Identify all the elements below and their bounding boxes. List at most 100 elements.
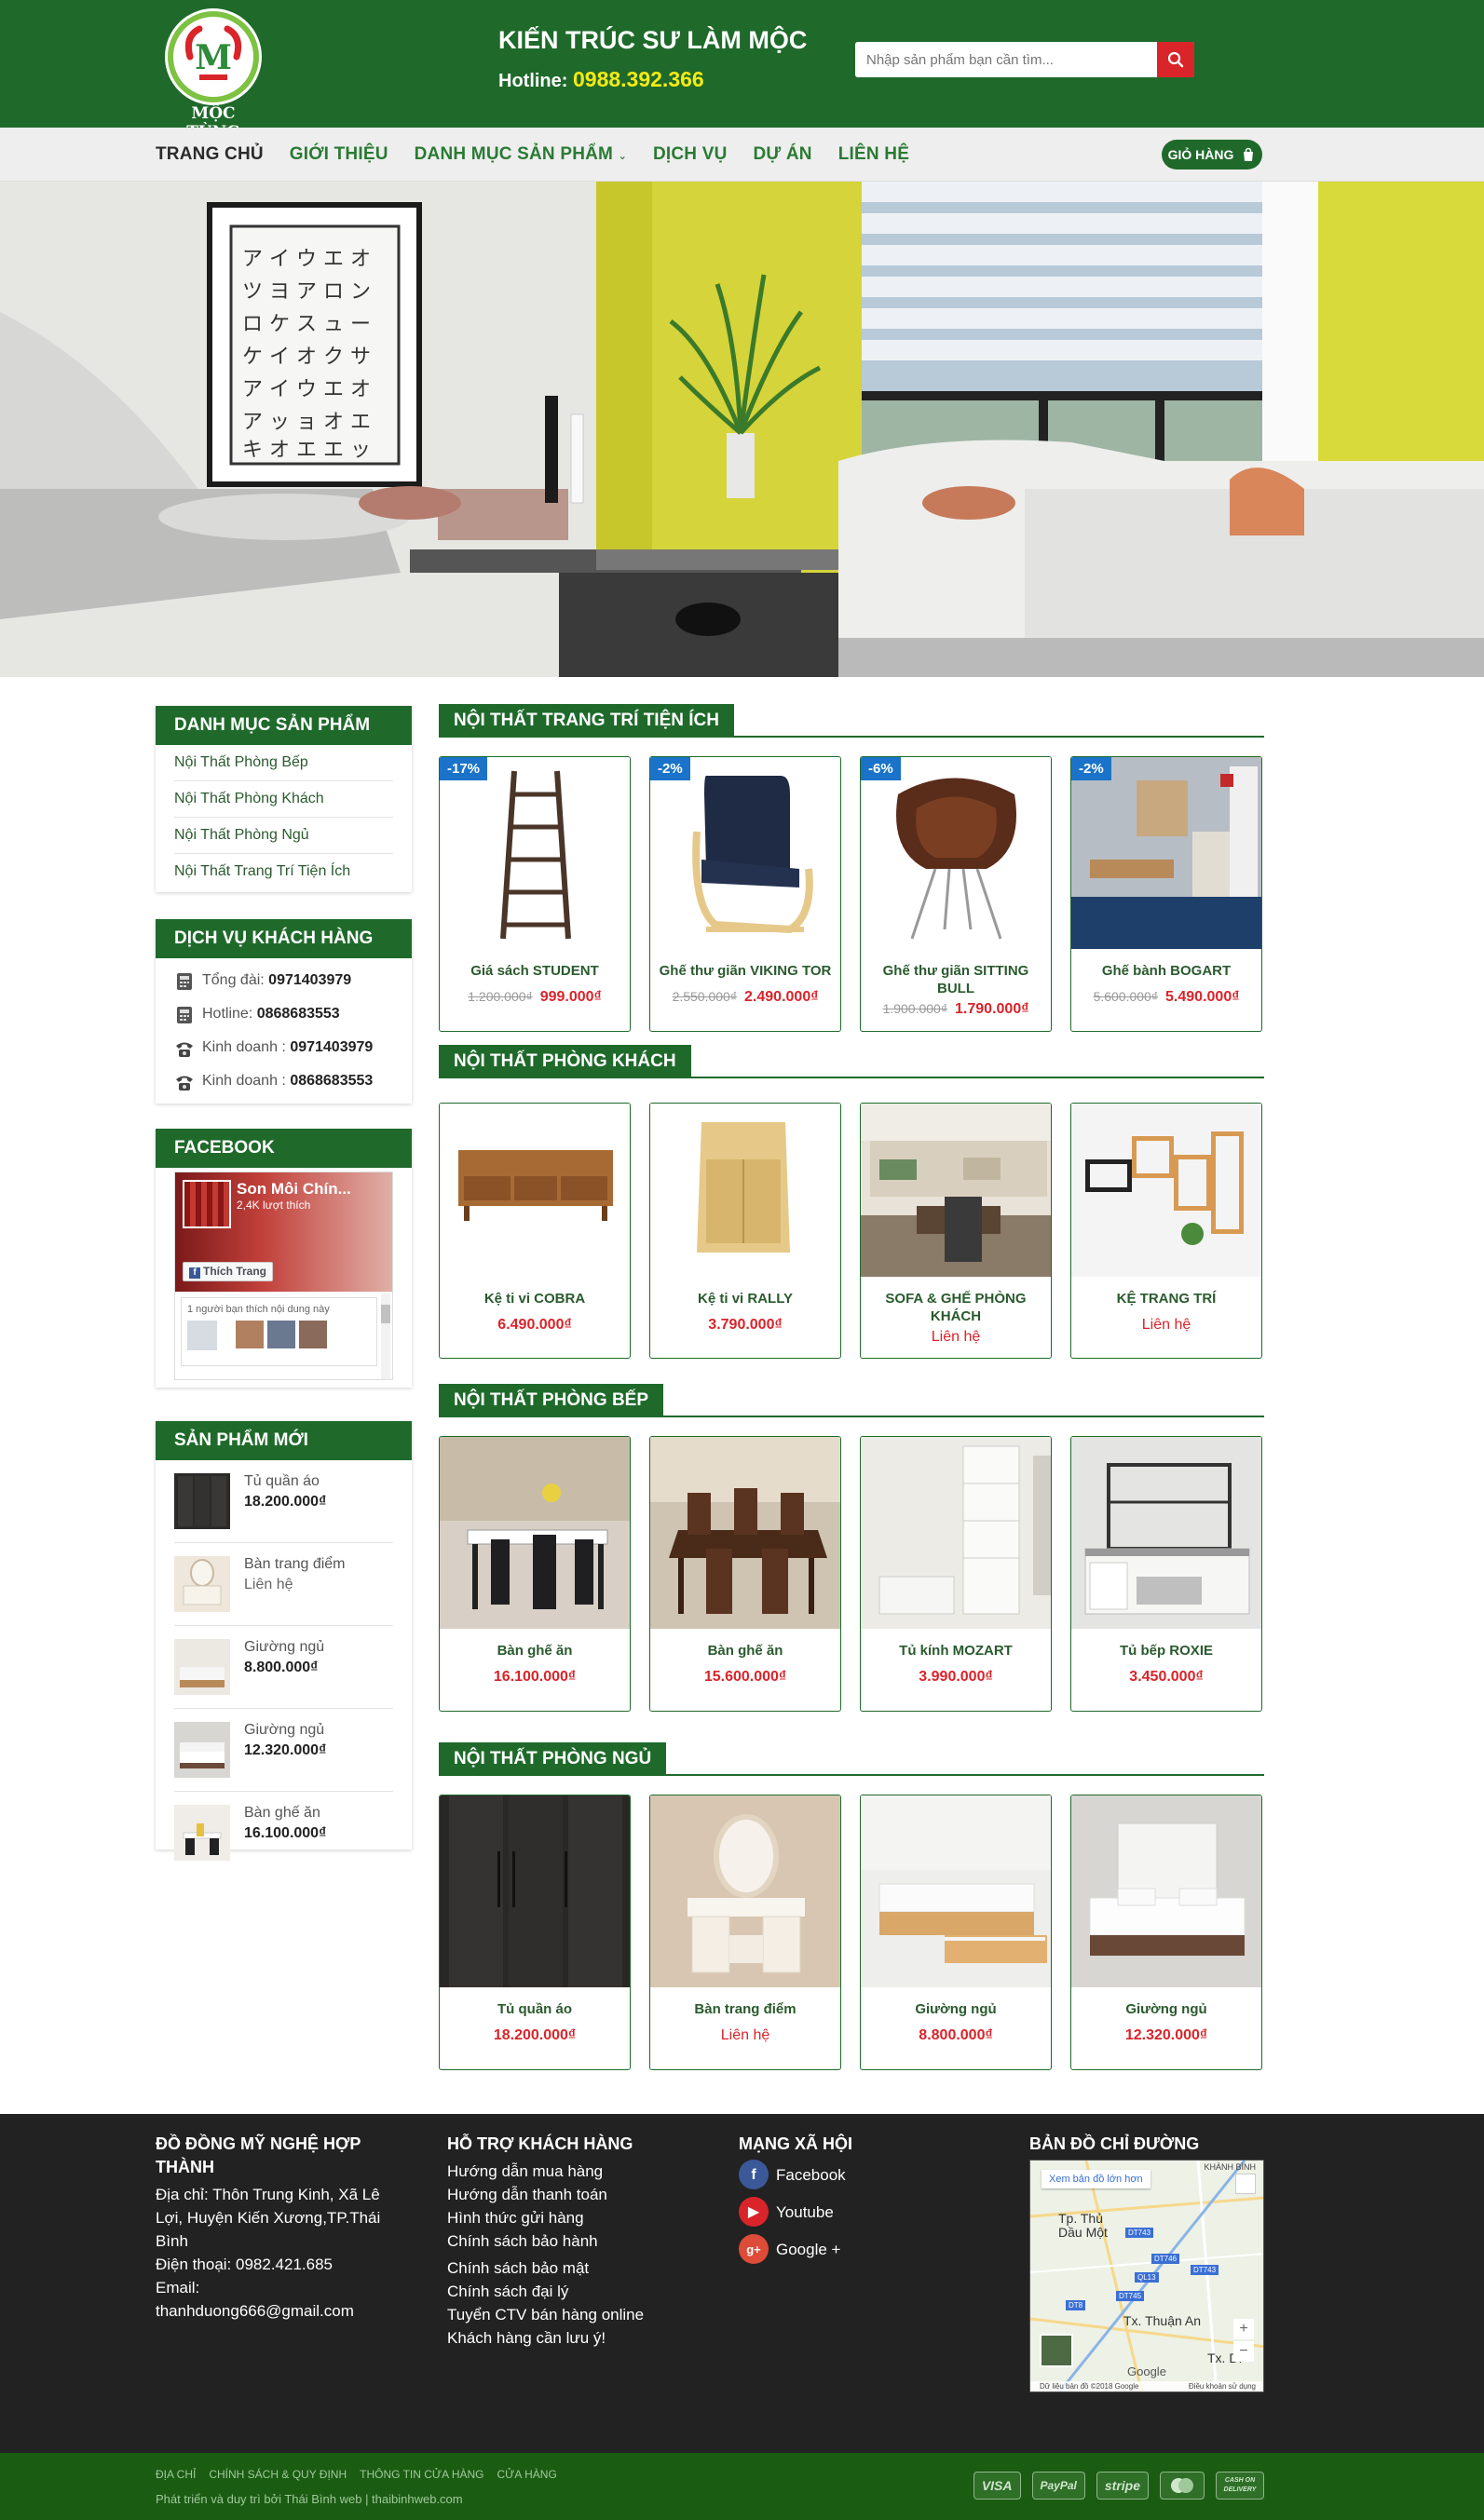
- product-image[interactable]: [861, 1104, 1051, 1277]
- product-card[interactable]: Bàn ghế ăn 15.600.000₫: [649, 1436, 841, 1712]
- product-name[interactable]: Bàn ghế ăn: [440, 1642, 630, 1660]
- nav-projects[interactable]: DỰ ÁN: [754, 144, 812, 165]
- bottom-link-store[interactable]: CỬA HÀNG: [497, 2468, 557, 2481]
- product-card[interactable]: Giường ngủ 8.800.000₫: [860, 1795, 1052, 2070]
- product-image[interactable]: [861, 1795, 1051, 1987]
- section-title[interactable]: NỘI THẤT PHÒNG BẾP: [439, 1384, 664, 1417]
- product-name[interactable]: Tủ quần áo: [244, 1473, 326, 1490]
- service-value[interactable]: 0971403979: [290, 1039, 373, 1055]
- product-image[interactable]: [650, 1437, 840, 1629]
- product-name[interactable]: Kệ ti vi COBRA: [440, 1290, 630, 1307]
- new-product-item[interactable]: Giường ngủ 12.320.000₫: [174, 1709, 393, 1792]
- category-item-kitchen[interactable]: Nội Thất Phòng Bếp: [174, 745, 393, 781]
- service-value[interactable]: 0971403979: [268, 972, 351, 988]
- nav-categories[interactable]: DANH MỤC SẢN PHẨM ⌄: [415, 144, 627, 165]
- product-name[interactable]: Giường ngủ: [1071, 2000, 1261, 2018]
- product-image[interactable]: [1071, 1104, 1261, 1277]
- product-card[interactable]: SOFA & GHẾ PHÒNG KHÁCH Liên hệ: [860, 1103, 1052, 1359]
- product-name[interactable]: Kệ ti vi RALLY: [650, 1290, 840, 1307]
- product-thumb[interactable]: [174, 1473, 230, 1529]
- section-title[interactable]: NỘI THẤT TRANG TRÍ TIỆN ÍCH: [439, 704, 734, 738]
- search-input[interactable]: [855, 42, 1158, 77]
- product-name[interactable]: Giường ngủ: [244, 1722, 326, 1739]
- footer-link[interactable]: Hướng dẫn mua hàng: [447, 2160, 689, 2183]
- category-item-decor[interactable]: Nội Thất Trang Trí Tiện Ích: [174, 854, 393, 889]
- hotline-number[interactable]: 0988.392.366: [573, 67, 704, 91]
- social-facebook[interactable]: f Facebook: [739, 2160, 962, 2189]
- product-image[interactable]: [861, 1437, 1051, 1629]
- category-item-living-room[interactable]: Nội Thất Phòng Khách: [174, 781, 393, 818]
- cart-button[interactable]: GIỎ HÀNG: [1162, 140, 1262, 169]
- product-name[interactable]: KỆ TRANG TRÍ: [1071, 1290, 1261, 1307]
- facebook-like-button[interactable]: f Thích Trang: [183, 1262, 274, 1281]
- product-name[interactable]: Ghế bành BOGART: [1071, 962, 1261, 980]
- footer-link[interactable]: Chính sách bảo hành: [447, 2229, 689, 2253]
- product-card[interactable]: Tủ kính MOZART 3.990.000₫: [860, 1436, 1052, 1712]
- facebook-page-name[interactable]: Son Môi Chín...: [237, 1180, 351, 1199]
- product-image[interactable]: -2%: [1071, 757, 1261, 949]
- bottom-link-store-info[interactable]: THÔNG TIN CỬA HÀNG: [360, 2468, 483, 2481]
- product-thumb[interactable]: [174, 1639, 230, 1695]
- site-logo[interactable]: M MỘC TÙNG: [162, 6, 265, 142]
- product-card[interactable]: Tủ bếp ROXIE 3.450.000₫: [1070, 1436, 1262, 1712]
- product-name[interactable]: Ghế thư giãn SITTING BULL: [861, 962, 1051, 997]
- product-image[interactable]: [440, 1437, 630, 1629]
- nav-contact[interactable]: LIÊN HỆ: [838, 144, 909, 165]
- map-satellite-thumb[interactable]: [1040, 2334, 1073, 2367]
- search-button[interactable]: [1157, 42, 1194, 77]
- nav-home[interactable]: TRANG CHỦ: [156, 144, 264, 165]
- product-image[interactable]: [1071, 1437, 1261, 1629]
- new-product-item[interactable]: Bàn ghế ăn 16.100.000₫: [174, 1792, 393, 1874]
- product-image[interactable]: -17%: [440, 757, 630, 949]
- product-name[interactable]: Tủ quần áo: [440, 2000, 630, 2018]
- product-name[interactable]: Tủ bếp ROXIE: [1071, 1642, 1261, 1660]
- product-card[interactable]: KỆ TRANG TRÍ Liên hệ: [1070, 1103, 1262, 1359]
- product-name[interactable]: Bàn trang điểm: [650, 2000, 840, 2018]
- footer-link[interactable]: Tuyển CTV bán hàng online: [447, 2303, 689, 2326]
- product-card[interactable]: Tủ quần áo 18.200.000₫: [439, 1795, 631, 2070]
- nav-services[interactable]: DỊCH VỤ: [653, 144, 728, 165]
- product-card[interactable]: Kệ ti vi COBRA 6.490.000₫: [439, 1103, 631, 1359]
- footer-link[interactable]: Hình thức gửi hàng: [447, 2206, 689, 2229]
- product-name[interactable]: Giường ngủ: [861, 2000, 1051, 2018]
- service-value[interactable]: 0868683553: [290, 1073, 373, 1089]
- product-image[interactable]: [650, 1795, 840, 1987]
- product-card[interactable]: -2% Ghế bành BOGART 5.600.000₫ 5.490.000₫: [1070, 756, 1262, 1032]
- product-image[interactable]: [440, 1795, 630, 1987]
- footer-link[interactable]: Khách hàng cần lưu ý!: [447, 2326, 689, 2350]
- map-zoom-in[interactable]: +: [1233, 2319, 1254, 2339]
- product-name[interactable]: Bàn trang điểm: [244, 1556, 346, 1573]
- category-item-bedroom[interactable]: Nội Thất Phòng Ngủ: [174, 818, 393, 854]
- bottom-link-policy[interactable]: CHÍNH SÁCH & QUY ĐỊNH: [209, 2468, 347, 2481]
- product-name[interactable]: Tủ kính MOZART: [861, 1642, 1051, 1660]
- product-card[interactable]: Bàn ghế ăn 16.100.000₫: [439, 1436, 631, 1712]
- product-card[interactable]: -17% Giá sách STUDENT 1.200.000₫ 999.000₫: [439, 756, 631, 1032]
- product-image[interactable]: -6%: [861, 757, 1051, 949]
- new-product-item[interactable]: Giường ngủ 8.800.000₫: [174, 1626, 393, 1709]
- product-card[interactable]: -6% Ghế thư giãn SITTING BULL 1.900.000₫…: [860, 756, 1052, 1032]
- product-name[interactable]: Giường ngủ: [244, 1639, 324, 1656]
- footer-link[interactable]: Hướng dẫn thanh toán: [447, 2183, 689, 2206]
- footer-link[interactable]: Chính sách bảo mật: [447, 2256, 689, 2280]
- product-name[interactable]: Giá sách STUDENT: [440, 962, 630, 980]
- map-terms[interactable]: Điều khoản sử dụng: [1189, 2381, 1256, 2391]
- map-view-larger[interactable]: Xem bản đồ lớn hơn: [1042, 2170, 1150, 2188]
- product-name[interactable]: Ghế thư giãn VIKING TOR: [650, 962, 840, 980]
- product-card[interactable]: Giường ngủ 12.320.000₫: [1070, 1795, 1262, 2070]
- map-zoom-out[interactable]: −: [1233, 2341, 1254, 2362]
- bottom-link-address[interactable]: ĐỊA CHỈ: [156, 2468, 196, 2481]
- product-card[interactable]: Kệ ti vi RALLY 3.790.000₫: [649, 1103, 841, 1359]
- product-card[interactable]: Bàn trang điểm Liên hệ: [649, 1795, 841, 2070]
- footer-email[interactable]: thanhduong666@gmail.com: [156, 2299, 388, 2323]
- product-image[interactable]: -2%: [650, 757, 840, 949]
- section-title[interactable]: NỘI THẤT PHÒNG KHÁCH: [439, 1045, 691, 1078]
- social-youtube[interactable]: ▶ Youtube: [739, 2197, 962, 2227]
- nav-about[interactable]: GIỚI THIỆU: [290, 144, 388, 165]
- product-image[interactable]: [650, 1104, 840, 1277]
- service-value[interactable]: 0868683553: [257, 1006, 340, 1022]
- section-title[interactable]: NỘI THẤT PHÒNG NGỦ: [439, 1742, 667, 1776]
- product-thumb[interactable]: [174, 1556, 230, 1612]
- footer-link[interactable]: Chính sách đại lý: [447, 2280, 689, 2303]
- product-thumb[interactable]: [174, 1805, 230, 1861]
- product-name[interactable]: Bàn ghế ăn: [244, 1805, 326, 1822]
